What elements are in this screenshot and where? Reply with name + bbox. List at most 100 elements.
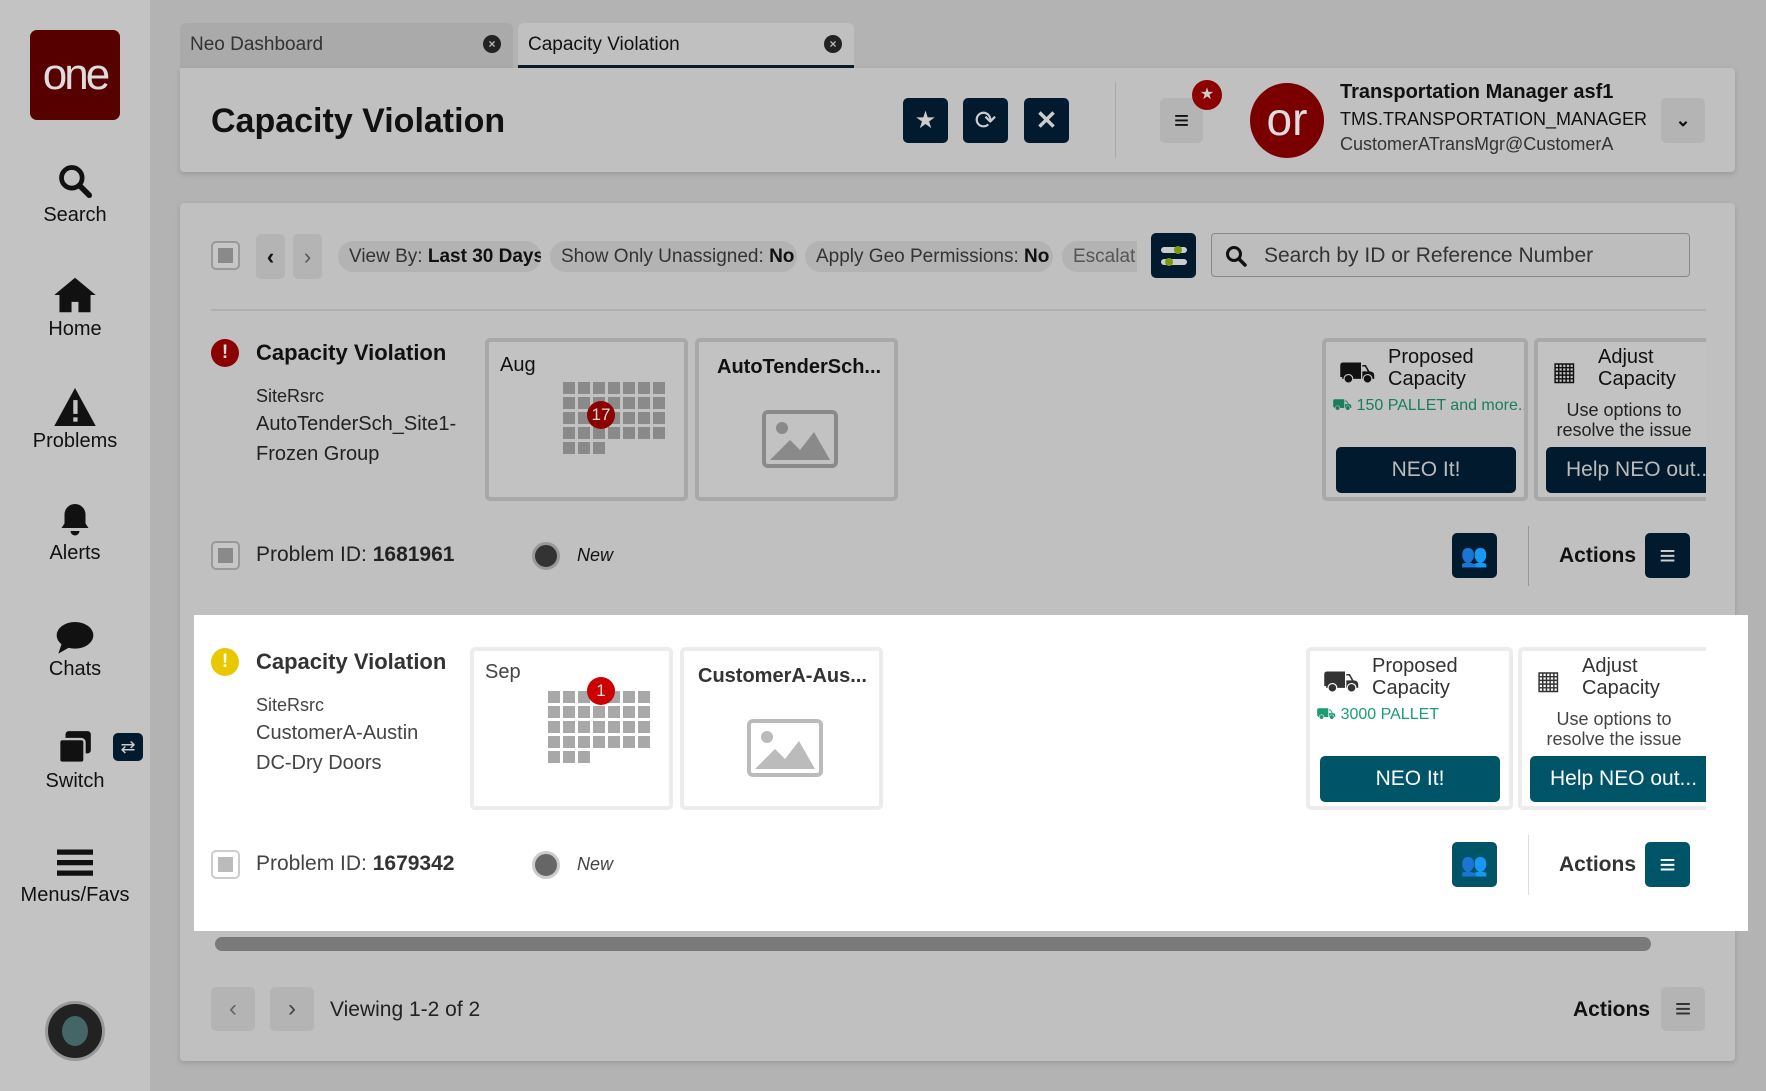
problem-site: AutoTenderSch_Site1- — [256, 413, 457, 435]
hamburger-icon: ≡ — [1674, 993, 1692, 1024]
hand-truck-icon: ⛟ — [1322, 665, 1360, 698]
clock-icon — [532, 851, 560, 879]
filter-chip-view-by[interactable]: View By: Last 30 Days — [338, 241, 541, 272]
row-checkbox[interactable] — [211, 850, 240, 879]
problem-id[interactable]: 1681961 — [373, 543, 455, 566]
day-badge: 17 — [587, 401, 615, 429]
chip-label: Apply Geo Permissions: — [816, 246, 1019, 267]
page-title: Capacity Violation — [211, 102, 506, 140]
site-image-card[interactable]: CustomerA-Aus... — [680, 647, 883, 810]
row-actions-button[interactable]: ≡ — [1645, 533, 1690, 578]
refresh-button[interactable]: ⟳ — [963, 98, 1008, 143]
select-all-checkbox[interactable] — [211, 241, 240, 270]
card-title: Proposed — [1372, 655, 1458, 677]
site-label: AutoTenderSch... — [717, 356, 882, 378]
date-card[interactable]: Aug 17 — [485, 338, 688, 501]
chip-value: No — [1024, 246, 1050, 267]
search-placeholder: Search by ID or Reference Number — [1264, 244, 1594, 267]
row-checkbox[interactable] — [211, 541, 240, 570]
user-avatar[interactable]: or — [1250, 83, 1324, 158]
sidebar-item-home[interactable]: Home — [0, 276, 150, 341]
user-role: TMS.TRANSPORTATION_MANAGER — [1340, 109, 1648, 129]
star-icon: ★ — [914, 107, 937, 134]
image-placeholder-icon — [747, 719, 823, 777]
card-title: Capacity — [1388, 368, 1466, 390]
problem-site-line2: Frozen Group — [256, 443, 380, 465]
card-title: Capacity — [1582, 677, 1660, 699]
card-title: Capacity — [1598, 368, 1676, 390]
search-input[interactable]: Search by ID or Reference Number — [1211, 233, 1690, 277]
proposed-capacity-card: ⛟ Proposed Capacity ⛟ 150 PALLET and more… — [1322, 338, 1528, 501]
page-header: Capacity Violation ★ ⟳ ✕ ≡ ★ or Transpor… — [180, 68, 1735, 172]
hamburger-icon: ≡ — [1659, 848, 1676, 880]
neo-assistant-avatar[interactable] — [45, 1001, 105, 1061]
month-label: Aug — [500, 354, 536, 376]
help-neo-out-button[interactable]: Help NEO out... — [1546, 447, 1706, 493]
divider — [1115, 82, 1116, 158]
app-logo[interactable]: one — [30, 30, 120, 120]
sidebar-item-search[interactable]: Search — [0, 162, 150, 227]
refresh-icon: ⟳ — [974, 105, 997, 135]
assign-users-button[interactable]: 👥 — [1452, 842, 1497, 887]
adjust-capacity-clip: ▦ Adjust Capacity Use options to resolve t… — [1518, 647, 1706, 810]
chevron-left-icon: ‹ — [266, 243, 275, 269]
next-page-button[interactable]: › — [270, 987, 314, 1031]
user-menu-dropdown[interactable]: ⌄ — [1661, 98, 1705, 143]
filter-chip-escalation[interactable]: Escalat — [1062, 241, 1137, 272]
status-label: New — [577, 545, 614, 565]
site-image-card[interactable]: AutoTenderSch... — [695, 338, 898, 501]
bulk-actions-button[interactable]: ≡ — [1661, 987, 1705, 1031]
hand-truck-icon: ⛟ — [1338, 356, 1376, 389]
proposed-detail[interactable]: 3000 PALLET — [1341, 706, 1439, 723]
problem-title[interactable]: Capacity Violation — [256, 649, 446, 675]
filter-chip-unassigned[interactable]: Show Only Unassigned: No — [550, 241, 797, 272]
proposed-capacity-card: ⛟ Proposed Capacity ⛟ 3000 PALLET NEO It! — [1306, 647, 1513, 810]
horizontal-scrollbar[interactable] — [215, 937, 1651, 951]
clock-icon — [532, 542, 560, 570]
neo-it-button[interactable]: NEO It! — [1336, 447, 1516, 493]
users-gear-icon: 👥 — [1460, 851, 1489, 877]
row-actions-button[interactable]: ≡ — [1645, 842, 1690, 887]
close-icon: ✕ — [1035, 105, 1058, 135]
image-placeholder-icon — [762, 410, 838, 468]
sliders-icon — [1160, 245, 1187, 266]
adjust-capacity-card: ▦ Adjust Capacity Use options to resolve t… — [1518, 647, 1706, 810]
prev-filter-button[interactable]: ‹ — [256, 234, 285, 279]
calendar-icon: ▦ — [1552, 356, 1577, 386]
close-button[interactable]: ✕ — [1024, 98, 1069, 143]
filter-settings-button[interactable] — [1151, 233, 1196, 278]
high-severity-icon: ! — [211, 339, 239, 367]
search-icon — [59, 165, 93, 199]
divider — [1528, 526, 1529, 586]
card-desc: resolve the issue — [1556, 420, 1692, 440]
favorite-button[interactable]: ★ — [903, 98, 948, 143]
close-tab-icon[interactable]: × — [824, 35, 842, 53]
next-filter-button[interactable]: › — [293, 234, 322, 279]
tab-label: Neo Dashboard — [190, 34, 324, 55]
favorites-star-badge-icon: ★ — [1192, 80, 1222, 110]
problem-id-label: Problem ID: — [256, 543, 367, 566]
user-email: CustomerATransMgr@CustomerA — [1340, 134, 1614, 154]
help-neo-out-button[interactable]: Help NEO out... — [1530, 756, 1706, 802]
medium-severity-icon: ! — [211, 648, 239, 676]
tab-capacity-violation[interactable]: Capacity Violation × — [518, 23, 854, 68]
date-card[interactable]: Sep 1 — [470, 647, 673, 810]
problem-id[interactable]: 1679342 — [373, 852, 455, 875]
proposed-detail[interactable]: 150 PALLET and more.. — [1357, 397, 1524, 414]
hamburger-icon: ≡ — [1173, 105, 1190, 135]
problem-title[interactable]: Capacity Violation — [256, 340, 446, 366]
filter-chip-geo-permissions[interactable]: Apply Geo Permissions: No — [805, 241, 1053, 272]
problem-id-label: Problem ID: — [256, 852, 367, 875]
chevron-down-icon: ⌄ — [1675, 110, 1691, 130]
close-tab-icon[interactable]: × — [483, 35, 501, 53]
calendar-icon: ▦ — [1536, 665, 1561, 695]
tab-neo-dashboard[interactable]: Neo Dashboard × — [180, 23, 513, 68]
day-badge: 1 — [587, 677, 615, 705]
card-title: Proposed — [1388, 346, 1474, 368]
adjust-capacity-card: ▦ Adjust Capacity Use options to resolve t… — [1534, 338, 1706, 501]
assign-users-button[interactable]: 👥 — [1452, 533, 1497, 578]
neo-it-button[interactable]: NEO It! — [1320, 756, 1500, 802]
user-name: Transportation Manager asf1 — [1340, 81, 1614, 103]
prev-page-button[interactable]: ‹ — [211, 987, 255, 1031]
chip-label: View By: — [349, 246, 423, 267]
